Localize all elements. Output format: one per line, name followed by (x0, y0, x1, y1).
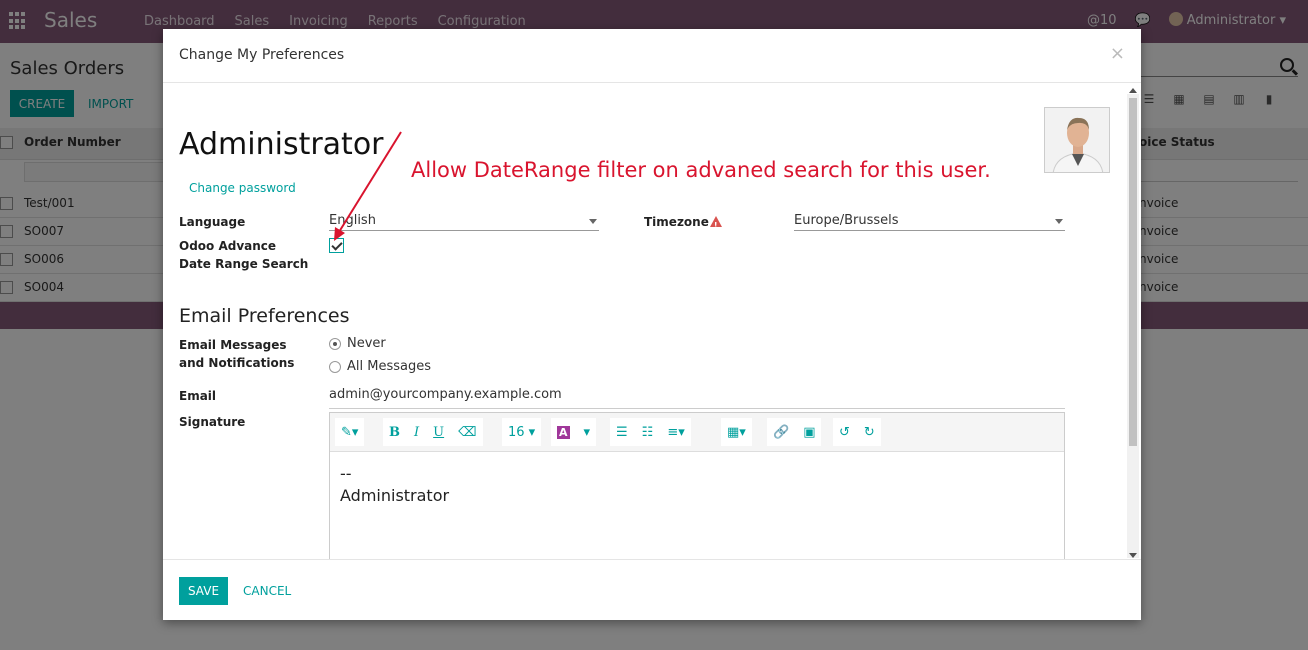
scroll-up-icon[interactable] (1129, 88, 1137, 93)
preferences-dialog: Change My Preferences × Administrator Ch… (163, 29, 1141, 620)
dialog-footer: SAVE CANCEL (163, 559, 1141, 620)
save-button[interactable]: SAVE (179, 577, 228, 605)
dialog-scrollbar[interactable] (1127, 88, 1139, 558)
cancel-button[interactable]: CANCEL (243, 584, 291, 598)
scroll-thumb[interactable] (1129, 98, 1137, 446)
dialog-header: Change My Preferences × (163, 29, 1141, 83)
annotation-arrow (334, 131, 402, 241)
dialog-body: Administrator Change password Language E… (163, 84, 1141, 559)
close-icon[interactable]: × (1110, 43, 1125, 64)
scroll-down-icon[interactable] (1129, 553, 1137, 558)
dialog-title: Change My Preferences (179, 47, 345, 63)
